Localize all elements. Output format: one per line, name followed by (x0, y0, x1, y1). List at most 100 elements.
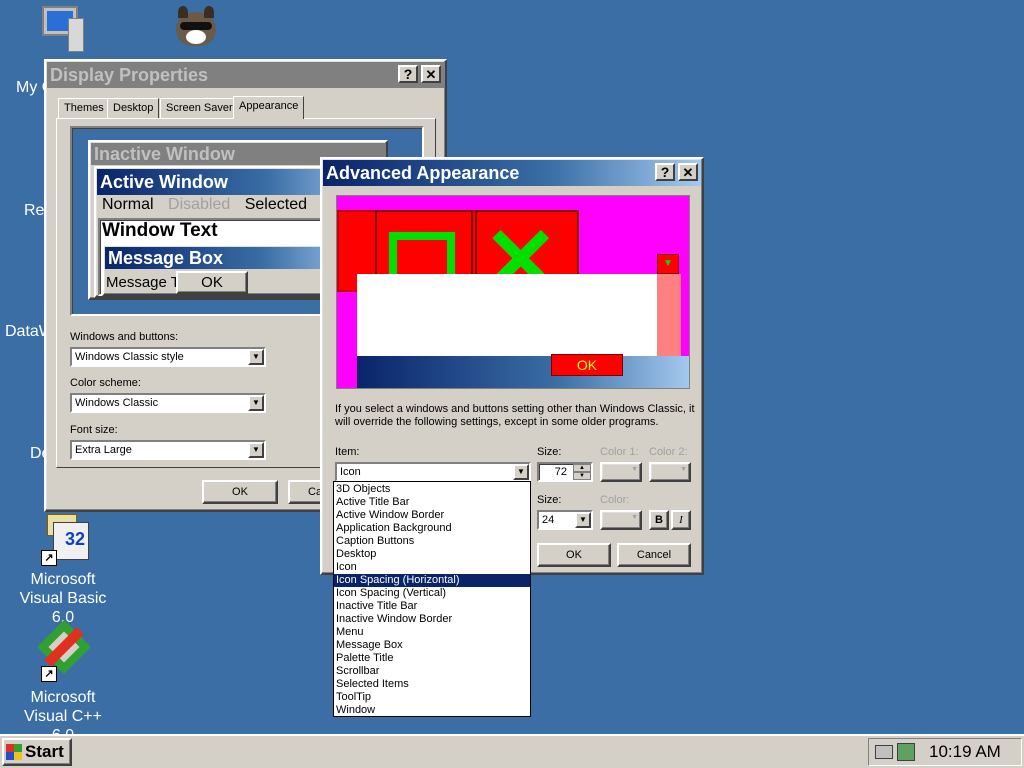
close-button[interactable]: ✕ (421, 65, 441, 83)
advanced-close-button[interactable]: ✕ (678, 163, 698, 181)
color1-label: Color 1: (600, 446, 639, 458)
item-select[interactable]: Icon ▼ (335, 462, 531, 482)
preview-scroll-arrow: ▼ (657, 254, 679, 274)
chevron-down-icon[interactable]: ▼ (248, 395, 264, 411)
windows-buttons-select[interactable]: Windows Classic style ▼ (70, 347, 266, 367)
tab-strip: Themes Desktop Screen Saver Appearance (56, 96, 436, 120)
ok-button[interactable]: OK (202, 480, 278, 504)
spinner-up-icon[interactable]: ▲ (573, 464, 591, 472)
item-option[interactable]: Icon Spacing (Horizontal) (334, 574, 530, 587)
color2-picker[interactable]: ▼ (649, 462, 691, 482)
start-label: Start (25, 742, 64, 761)
spinner-down-icon[interactable]: ▼ (573, 472, 591, 480)
preview-inactive-title: Inactive Window (94, 144, 235, 164)
desktop-icon-vcpp6[interactable]: ↗ Microsoft Visual C++ 6.0 (3, 620, 123, 745)
tab-screen-saver[interactable]: Screen Saver (160, 98, 239, 118)
chevron-down-icon[interactable]: ▼ (513, 464, 529, 480)
font-color-picker[interactable]: ▼ (600, 510, 642, 530)
color-scheme-label: Color scheme: (70, 377, 141, 389)
vcpp6-icon: ↗ (37, 620, 91, 684)
font-size-value: 24 (542, 514, 555, 526)
desktop-icon-my-computer[interactable] (2, 4, 122, 54)
window-title: Display Properties (50, 65, 209, 85)
desktop-icon-vb6[interactable]: 32 ↗ Microsoft Visual Basic 6.0 (3, 512, 123, 627)
system-tray: 10:19 AM (868, 738, 1022, 766)
chevron-down-icon: ▼ (680, 466, 687, 473)
start-button[interactable]: Start (2, 738, 72, 766)
color-scheme-value: Windows Classic (75, 397, 159, 409)
windows-buttons-label: Windows and buttons: (70, 331, 179, 343)
preview-message-title: Message Box (108, 248, 224, 268)
color1-picker[interactable]: ▼ (600, 462, 642, 482)
font-size-select[interactable]: Extra Large ▼ (70, 440, 266, 460)
color2-label: Color 2: (649, 446, 688, 458)
item-option[interactable]: Inactive Title Bar (334, 600, 530, 613)
chevron-down-icon[interactable]: ▼ (575, 512, 591, 528)
tab-appearance[interactable]: Appearance (233, 96, 305, 119)
clock[interactable]: 10:19 AM (929, 742, 1001, 762)
vb6-label: Microsoft Visual Basic 6.0 (19, 571, 107, 626)
item-option[interactable]: Inactive Window Border (334, 613, 530, 626)
font-size-select[interactable]: 24 ▼ (537, 510, 593, 530)
display-properties-titlebar[interactable]: Display Properties (47, 62, 444, 88)
advanced-ok-button[interactable]: OK (537, 543, 611, 567)
advanced-info-text: If you select a windows and buttons sett… (335, 403, 695, 428)
taskbar: Start 10:19 AM (0, 734, 1024, 768)
font-size-value: Extra Large (75, 444, 132, 456)
preview-ok-button: OK (176, 271, 248, 294)
advanced-cancel-button[interactable]: Cancel (617, 543, 691, 567)
network-icon[interactable] (897, 743, 915, 761)
advanced-help-button[interactable]: ? (655, 163, 675, 181)
item-option[interactable]: Active Window Border (334, 509, 530, 522)
preview-bottom-bar (357, 356, 689, 388)
tab-themes[interactable]: Themes (58, 98, 110, 118)
italic-button[interactable]: I (671, 510, 691, 530)
raccoon-icon (170, 4, 218, 52)
color-scheme-select[interactable]: Windows Classic ▼ (70, 393, 266, 413)
item-option[interactable]: Application Background (334, 522, 530, 535)
item-option[interactable]: Window (334, 704, 530, 717)
item-option[interactable]: Active Title Bar (334, 496, 530, 509)
chevron-down-icon[interactable]: ▼ (248, 442, 264, 458)
chevron-down-icon[interactable]: ▼ (248, 349, 264, 365)
item-dropdown-list[interactable]: 3D Objects Active Title Bar Active Window … (333, 481, 531, 717)
preview-ok-button: OK (551, 354, 623, 376)
desktop-icon-raccoon[interactable] (134, 4, 254, 54)
advanced-titlebar[interactable]: Advanced Appearance (323, 160, 701, 186)
item-option[interactable]: Scrollbar (334, 665, 530, 678)
windows-logo-icon (6, 744, 22, 760)
item-option[interactable]: Icon (334, 561, 530, 574)
font-size-label: Size: (537, 494, 562, 506)
item-option[interactable]: Message Box (334, 639, 530, 652)
vb6-icon: 32 ↗ (39, 512, 89, 566)
preview-menu-selected: Selected (244, 196, 307, 213)
chevron-down-icon: ▼ (631, 466, 638, 473)
tab-desktop[interactable]: Desktop (107, 98, 160, 118)
item-option[interactable]: Caption Buttons (334, 535, 530, 548)
item-option[interactable]: Desktop (334, 548, 530, 561)
bold-button[interactable]: B (649, 510, 669, 530)
size-label: Size: (537, 446, 562, 458)
item-option[interactable]: ToolTip (334, 691, 530, 704)
preview-message-text: Message T (106, 274, 180, 291)
size-spinner[interactable]: 72 ▲ ▼ (537, 462, 593, 482)
item-option[interactable]: 3D Objects (334, 483, 530, 496)
shortcut-arrow-icon: ↗ (41, 666, 57, 682)
font-color-label: Color: (600, 494, 630, 506)
chevron-down-icon: ▼ (631, 514, 638, 521)
help-button[interactable]: ? (398, 65, 418, 83)
preview-message-area (357, 274, 657, 358)
preview-menu-disabled: Disabled (168, 196, 231, 213)
item-option[interactable]: Menu (334, 626, 530, 639)
preview-active-title: Active Window (100, 172, 228, 192)
size-value: 72 (554, 466, 567, 478)
preview-menu-normal: Normal (102, 196, 154, 213)
my-computer-icon (38, 4, 86, 52)
item-label: Item: (335, 446, 360, 458)
item-option[interactable]: Icon Spacing (Vertical) (334, 587, 530, 600)
item-option[interactable]: Palette Title (334, 652, 530, 665)
keyboard-icon[interactable] (875, 745, 893, 759)
item-option[interactable]: Selected Items (334, 678, 530, 691)
preview-scroll-track (657, 274, 681, 358)
shortcut-arrow-icon: ↗ (41, 550, 57, 566)
